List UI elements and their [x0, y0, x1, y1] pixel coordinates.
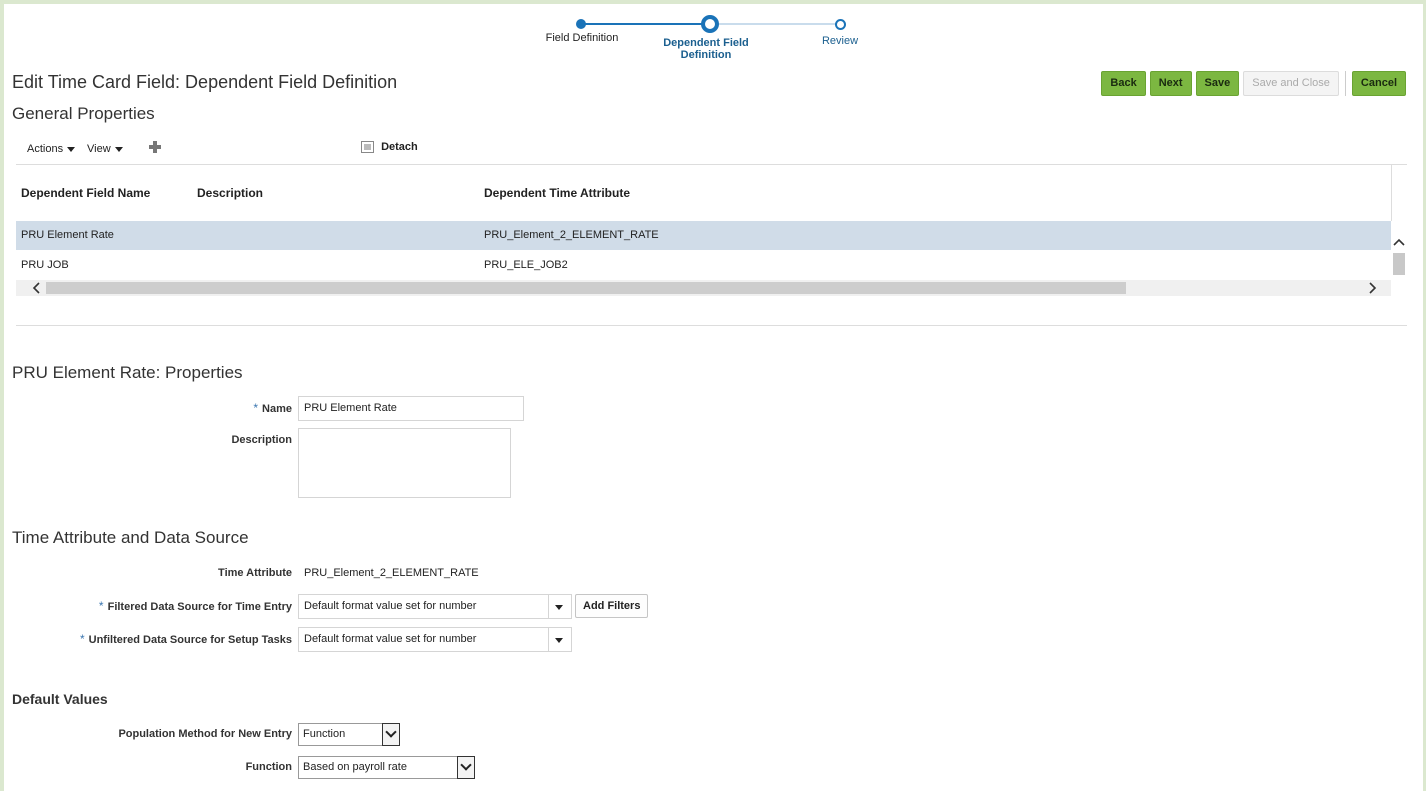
- add-row-button[interactable]: [148, 140, 162, 157]
- plus-icon: [149, 141, 161, 153]
- column-header-name[interactable]: Dependent Field Name: [21, 186, 150, 200]
- next-button[interactable]: Next: [1149, 71, 1192, 96]
- filtered-source-select[interactable]: Default format value set for number: [298, 594, 572, 619]
- back-button[interactable]: Back: [1101, 71, 1146, 96]
- table-row[interactable]: PRU JOB PRU_ELE_JOB2: [16, 251, 1391, 280]
- required-icon: *: [253, 401, 259, 415]
- train-label-review[interactable]: Review: [810, 35, 870, 47]
- train-navigator: Field Definition Dependent Field Definit…: [530, 10, 890, 65]
- vertical-scroll-thumb[interactable]: [1393, 253, 1405, 275]
- chevron-down-icon: [114, 146, 123, 152]
- filtered-source-value: Default format value set for number: [304, 600, 477, 612]
- row-name: PRU Element Rate: [21, 229, 114, 241]
- actions-menu-label: Actions: [27, 143, 64, 155]
- detach-label: Detach: [381, 141, 418, 154]
- filtered-source-label-text: Filtered Data Source for Time Entry: [107, 601, 292, 613]
- description-label: Description: [231, 434, 292, 446]
- vertical-scrollbar[interactable]: [1391, 221, 1407, 281]
- train-stop-dependent-field[interactable]: [701, 15, 719, 33]
- required-icon: *: [98, 599, 104, 613]
- filtered-source-label: * Filtered Data Source for Time Entry: [40, 599, 292, 613]
- cancel-button[interactable]: Cancel: [1351, 71, 1406, 96]
- chevron-down-icon: [555, 638, 563, 643]
- section-divider: [16, 325, 1407, 326]
- default-values-title: Default Values: [12, 691, 108, 707]
- train-label-dependent-field: Dependent Field Definition: [663, 37, 749, 61]
- train-line-completed: [582, 23, 710, 25]
- table-toolbar: Actions View Detach: [18, 140, 1408, 160]
- save-and-close-button[interactable]: Save and Close: [1243, 71, 1339, 96]
- time-attribute-value: PRU_Element_2_ELEMENT_RATE: [304, 567, 479, 579]
- time-attribute-title: Time Attribute and Data Source: [12, 528, 249, 547]
- horizontal-scroll-thumb[interactable]: [46, 282, 1126, 294]
- filtered-source-dropdown[interactable]: [548, 594, 572, 619]
- row-attribute: PRU_ELE_JOB2: [484, 259, 568, 271]
- page-actions: Back Next Save Save and Close Cancel: [1101, 71, 1406, 96]
- scroll-left-icon[interactable]: [30, 280, 44, 296]
- time-attribute-label: Time Attribute: [218, 567, 292, 579]
- header-edge: [1391, 165, 1392, 221]
- scroll-right-icon[interactable]: [1365, 280, 1379, 296]
- view-menu[interactable]: View: [87, 143, 123, 155]
- population-method-label: Population Method for New Entry: [118, 728, 292, 740]
- unfiltered-source-label-text: Unfiltered Data Source for Setup Tasks: [88, 634, 292, 646]
- population-method-select[interactable]: Function: [298, 723, 400, 746]
- name-label-text: Name: [262, 403, 292, 415]
- chevron-down-icon: [460, 759, 472, 771]
- population-method-dropdown[interactable]: [382, 723, 400, 746]
- chevron-down-icon: [555, 605, 563, 610]
- function-dropdown[interactable]: [457, 756, 475, 779]
- actions-menu[interactable]: Actions: [27, 143, 76, 155]
- row-attribute: PRU_Element_2_ELEMENT_RATE: [484, 229, 659, 241]
- train-label-field-definition[interactable]: Field Definition: [530, 32, 634, 44]
- train-stop-review[interactable]: [835, 19, 846, 30]
- name-field[interactable]: PRU Element Rate: [298, 396, 524, 421]
- function-value: Based on payroll rate: [303, 761, 407, 773]
- unfiltered-source-dropdown[interactable]: [548, 627, 572, 652]
- function-select[interactable]: Based on payroll rate: [298, 756, 475, 779]
- window-frame-top: [0, 0, 1426, 4]
- column-header-attribute[interactable]: Dependent Time Attribute: [484, 186, 630, 200]
- table-row[interactable]: PRU Element Rate PRU_Element_2_ELEMENT_R…: [16, 221, 1391, 250]
- train-line-pending: [710, 23, 840, 25]
- general-properties-title: General Properties: [12, 104, 155, 123]
- window-frame-left: [0, 0, 4, 791]
- add-filters-button[interactable]: Add Filters: [575, 594, 649, 618]
- button-separator: [1344, 71, 1346, 96]
- unfiltered-source-value: Default format value set for number: [304, 633, 477, 645]
- chevron-down-icon: [385, 726, 397, 738]
- function-label: Function: [245, 761, 292, 773]
- save-button[interactable]: Save: [1195, 71, 1240, 96]
- scroll-up-icon[interactable]: [1391, 235, 1407, 249]
- row-name: PRU JOB: [21, 259, 69, 271]
- train-stop-field-definition[interactable]: [576, 19, 586, 29]
- chevron-down-icon: [67, 146, 76, 152]
- required-icon: *: [79, 632, 85, 646]
- horizontal-scrollbar[interactable]: [16, 280, 1391, 296]
- description-field[interactable]: [298, 428, 511, 498]
- properties-title: PRU Element Rate: Properties: [12, 363, 243, 382]
- dependent-fields-table: Dependent Field Name Description Depende…: [16, 164, 1407, 296]
- name-label: * Name: [100, 401, 292, 415]
- view-menu-label: View: [87, 143, 111, 155]
- page-title: Edit Time Card Field: Dependent Field De…: [12, 72, 398, 92]
- unfiltered-source-select[interactable]: Default format value set for number: [298, 627, 572, 652]
- detach-icon: [361, 141, 374, 153]
- detach-button[interactable]: Detach: [361, 141, 418, 154]
- column-header-description[interactable]: Description: [197, 186, 263, 200]
- population-method-value: Function: [303, 728, 346, 740]
- unfiltered-source-label: * Unfiltered Data Source for Setup Tasks: [40, 632, 292, 646]
